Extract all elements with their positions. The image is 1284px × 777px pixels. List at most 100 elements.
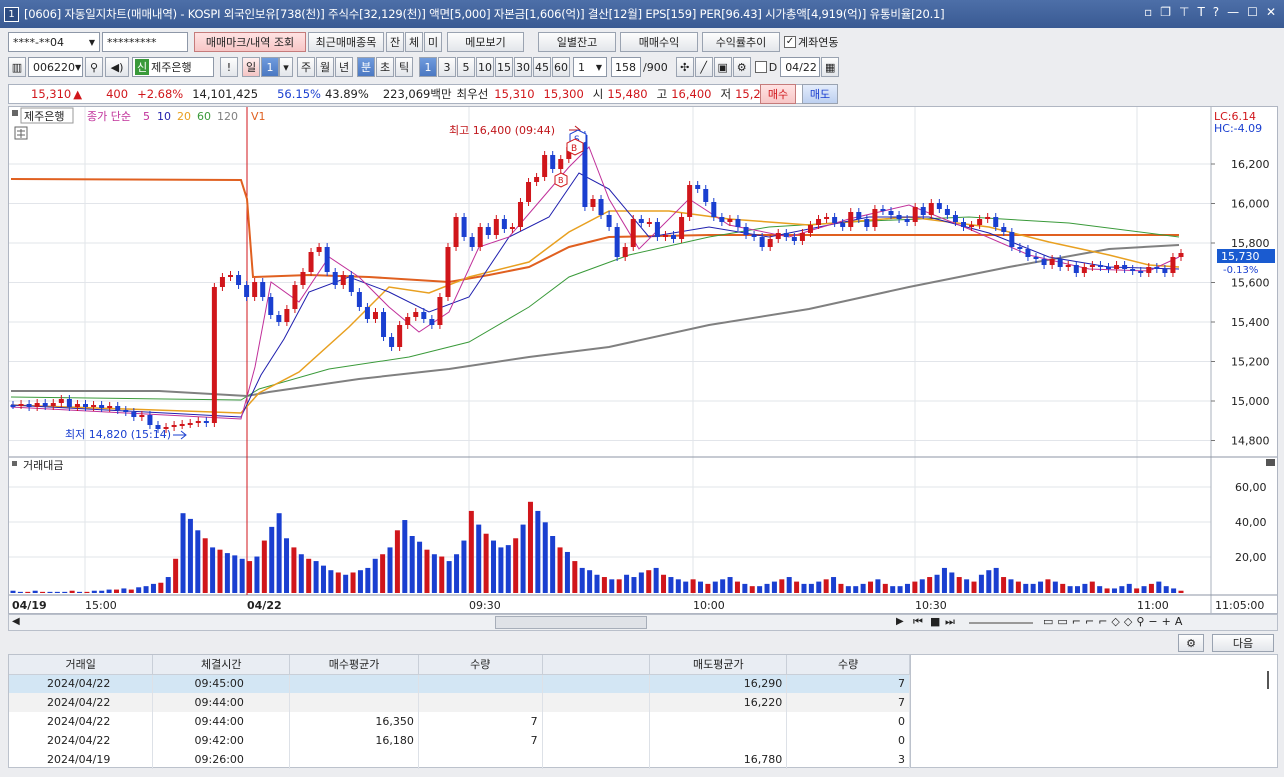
chart-tool-icons[interactable]: ▭▭⌐⌐⌐◇◇⚲−+A	[1043, 615, 1186, 628]
scroll-thumb[interactable]	[495, 616, 647, 629]
volume-bar	[62, 591, 68, 593]
interval-button[interactable]: 1	[419, 57, 437, 77]
interval-button[interactable]: 15	[495, 57, 513, 77]
table-row[interactable]: 2024/04/19 09:26:00 16,780 3	[9, 750, 910, 769]
volume-bar	[557, 547, 563, 593]
crosshair-icon[interactable]: ✣	[675, 57, 694, 77]
legend-toggle-icon[interactable]	[12, 110, 18, 116]
chevron-down-icon[interactable]: ▾	[279, 57, 293, 77]
sell-button[interactable]: 매도	[802, 84, 838, 104]
volume-bar	[1148, 583, 1154, 593]
stop-icon[interactable]: ■	[930, 615, 940, 628]
stock-code-input[interactable]: 006220 ▼	[28, 57, 83, 77]
alert-button[interactable]: !	[220, 57, 238, 77]
table-row[interactable]: 2024/04/22 09:44:00 16,350 7 0	[9, 712, 910, 731]
interval-button[interactable]: 3	[438, 57, 456, 77]
gear-icon[interactable]: ⚙	[732, 57, 751, 77]
calendar-icon[interactable]: ▦	[821, 57, 840, 77]
maximize-icon[interactable]: ☐	[1247, 5, 1258, 19]
gear-icon[interactable]: ⚙	[1178, 634, 1204, 652]
candle-body	[332, 272, 338, 285]
stock-name-field[interactable]: 신 제주은행	[132, 57, 214, 77]
minimize-icon[interactable]: —	[1227, 5, 1239, 19]
col-sell-qty[interactable]: 수량	[786, 655, 910, 675]
copy-window-icon[interactable]: ❐	[1160, 5, 1171, 19]
candle-body	[18, 404, 24, 406]
period-tick-button[interactable]: 틱	[395, 57, 413, 77]
count-input[interactable]: 158	[611, 57, 641, 77]
low-arrow-icon	[173, 430, 187, 440]
table-row[interactable]: 2024/04/22 09:42:00 16,180 7 0	[9, 731, 910, 750]
table-cell	[289, 693, 419, 712]
table-row[interactable]: 2024/04/22 09:44:00 16,220 7	[9, 693, 910, 712]
buy-button[interactable]: 매수	[760, 84, 796, 104]
col-sell-avg[interactable]: 매도평균가	[649, 655, 788, 675]
period-day-button[interactable]: 일	[242, 57, 260, 77]
executed-button[interactable]: 체	[405, 32, 423, 52]
period-year-button[interactable]: 년	[335, 57, 353, 77]
account-select[interactable]: ****-**04 ▼	[8, 32, 100, 52]
chart-type-icon[interactable]: ▥	[8, 57, 26, 77]
d-checkbox[interactable]	[754, 61, 767, 73]
chart-scrollbar[interactable]: ◀ ▶ ⏮ ■ ⏭ ▭▭⌐⌐⌐◇◇⚲−+A	[8, 614, 1278, 631]
col-exec-time[interactable]: 체결시간	[152, 655, 291, 675]
scroll-left-icon[interactable]: ◀	[12, 616, 20, 627]
candle-body	[743, 227, 749, 235]
period-num[interactable]: 1	[261, 57, 279, 77]
trade-profit-button[interactable]: 매매수익	[620, 32, 698, 52]
first-page-icon[interactable]: ⏮	[913, 615, 923, 629]
volume-bar	[254, 556, 260, 593]
period-month-button[interactable]: 월	[316, 57, 334, 77]
return-trend-button[interactable]: 수익률추이	[702, 32, 780, 52]
next-button[interactable]: 다음	[1212, 634, 1274, 652]
volume-toggle-icon[interactable]	[12, 461, 17, 466]
interval-button[interactable]: 30	[514, 57, 532, 77]
chart-panel[interactable]: 제주은행 종가 단순 5 10 20 60 120 V1 최고 16,400 (…	[8, 106, 1278, 614]
last-page-icon[interactable]: ⏭	[945, 615, 955, 629]
volume-bar	[150, 583, 156, 593]
candle-body	[542, 155, 548, 177]
period-minute-button[interactable]: 분	[357, 57, 375, 77]
balance-button[interactable]: 잔	[386, 32, 404, 52]
interval-button[interactable]: 5	[457, 57, 475, 77]
panel-close-icon[interactable]	[1266, 459, 1275, 466]
speaker-icon[interactable]: ◀)	[105, 57, 129, 77]
unit-select[interactable]: 1 ▼	[573, 57, 607, 77]
daily-balance-button[interactable]: 일별잔고	[538, 32, 616, 52]
layout-icon[interactable]: ▫	[1144, 5, 1152, 19]
candle-body	[695, 185, 701, 189]
zoom-slider[interactable]	[969, 622, 1033, 624]
quote-bar: 15,310 ▲ 400 +2.68% 14,101,425 56.15% 43…	[8, 84, 838, 104]
account-link-checkbox[interactable]: ✓ 계좌연동	[784, 34, 838, 50]
col-buy-qty[interactable]: 수량	[418, 655, 543, 675]
memo-button[interactable]: 메모보기	[447, 32, 524, 52]
table-row[interactable]: 2024/04/22 09:45:00 16,290 7	[9, 674, 910, 693]
time-tick-label: 04/19	[12, 599, 47, 612]
search-icon[interactable]: ⚲	[85, 57, 103, 77]
date-input[interactable]: 04/22	[780, 57, 821, 77]
col-buy-avg[interactable]: 매수평균가	[289, 655, 419, 675]
recent-trades-button[interactable]: 최근매매종목	[308, 32, 384, 52]
unexecuted-button[interactable]: 미	[424, 32, 442, 52]
table-scroll-thumb[interactable]	[1267, 671, 1269, 689]
close-icon[interactable]: ✕	[1266, 5, 1276, 19]
pin-icon[interactable]: ⊤	[1179, 5, 1189, 19]
period-week-button[interactable]: 주	[297, 57, 315, 77]
password-field[interactable]: *********	[102, 32, 188, 52]
period-second-button[interactable]: 초	[376, 57, 394, 77]
help-icon[interactable]: ?	[1213, 5, 1219, 19]
scroll-right-icon[interactable]: ▶	[896, 616, 904, 627]
table-cell	[418, 750, 543, 769]
col-trade-date[interactable]: 거래일	[9, 655, 154, 675]
candle-body	[638, 219, 644, 223]
interval-button[interactable]: 10	[476, 57, 494, 77]
volume-bar	[882, 583, 888, 593]
drawing-icon[interactable]: ╱	[694, 57, 713, 77]
price-volume-chart[interactable]: 제주은행 종가 단순 5 10 20 60 120 V1 최고 16,400 (…	[9, 107, 1277, 613]
candle-body	[719, 217, 725, 222]
trade-mark-query-button[interactable]: 매매마크/내역 조회	[194, 32, 306, 52]
interval-button[interactable]: 45	[533, 57, 551, 77]
font-icon[interactable]: T	[1197, 5, 1204, 19]
save-icon[interactable]: ▣	[713, 57, 732, 77]
interval-button[interactable]: 60	[552, 57, 570, 77]
